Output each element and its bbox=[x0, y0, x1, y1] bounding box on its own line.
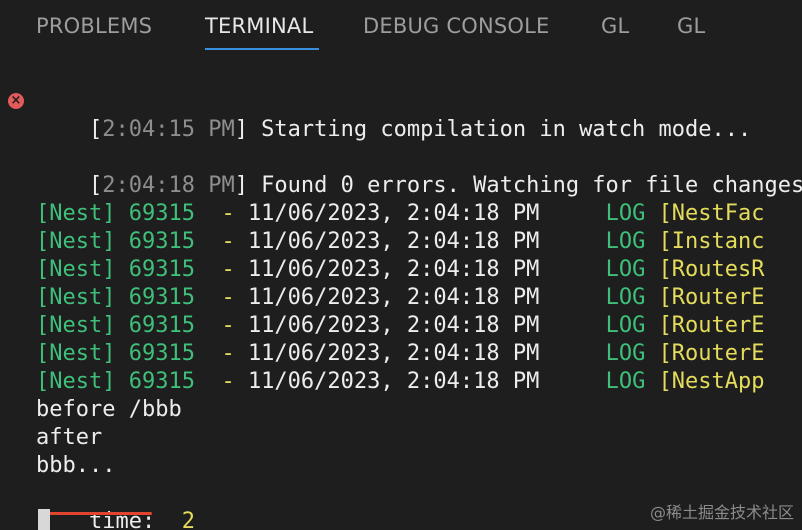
tab-gl-1[interactable]: GL bbox=[601, 0, 629, 52]
tab-debug-console[interactable]: DEBUG CONSOLE bbox=[363, 0, 550, 52]
terminal-cursor bbox=[38, 509, 50, 530]
terminal-line-compilation-result: [2:04:18 PM] Found 0 errors. Watching fo… bbox=[88, 173, 802, 198]
output-line: bbb... bbox=[36, 453, 116, 478]
terminal-output[interactable]: × [2:04:15 PM] Starting compilation in w… bbox=[0, 56, 802, 530]
tab-problems[interactable]: PROBLEMS bbox=[36, 0, 152, 52]
terminal-line-compilation-start: [2:04:15 PM] Starting compilation in wat… bbox=[88, 117, 752, 142]
log-line: [Nest] 69315 - 11/06/2023, 2:04:18 PM LO… bbox=[36, 369, 765, 394]
output-line: after bbox=[36, 425, 103, 450]
tab-terminal[interactable]: TERMINAL bbox=[205, 0, 313, 52]
active-tab-indicator bbox=[205, 48, 319, 50]
log-line: [Nest] 69315 - 11/06/2023, 2:04:18 PM LO… bbox=[36, 257, 765, 282]
output-line: before /bbb bbox=[36, 397, 182, 422]
log-line: [Nest] 69315 - 11/06/2023, 2:04:18 PM LO… bbox=[36, 201, 765, 226]
log-line: [Nest] 69315 - 11/06/2023, 2:04:18 PM LO… bbox=[36, 285, 765, 310]
log-line: [Nest] 69315 - 11/06/2023, 2:04:18 PM LO… bbox=[36, 313, 765, 338]
tab-gl-2[interactable]: GL bbox=[677, 0, 705, 52]
timing-output-line: time: 2 bbox=[88, 509, 195, 530]
watermark-text: @稀土掘金技术社区 bbox=[649, 503, 794, 522]
log-line: [Nest] 69315 - 11/06/2023, 2:04:18 PM LO… bbox=[36, 341, 765, 366]
panel-tab-bar: PROBLEMS TERMINAL DEBUG CONSOLE GL GL bbox=[0, 0, 802, 56]
log-line: [Nest] 69315 - 11/06/2023, 2:04:18 PM LO… bbox=[36, 229, 765, 254]
error-circle-icon[interactable]: × bbox=[8, 93, 24, 109]
highlight-underline bbox=[38, 512, 152, 515]
